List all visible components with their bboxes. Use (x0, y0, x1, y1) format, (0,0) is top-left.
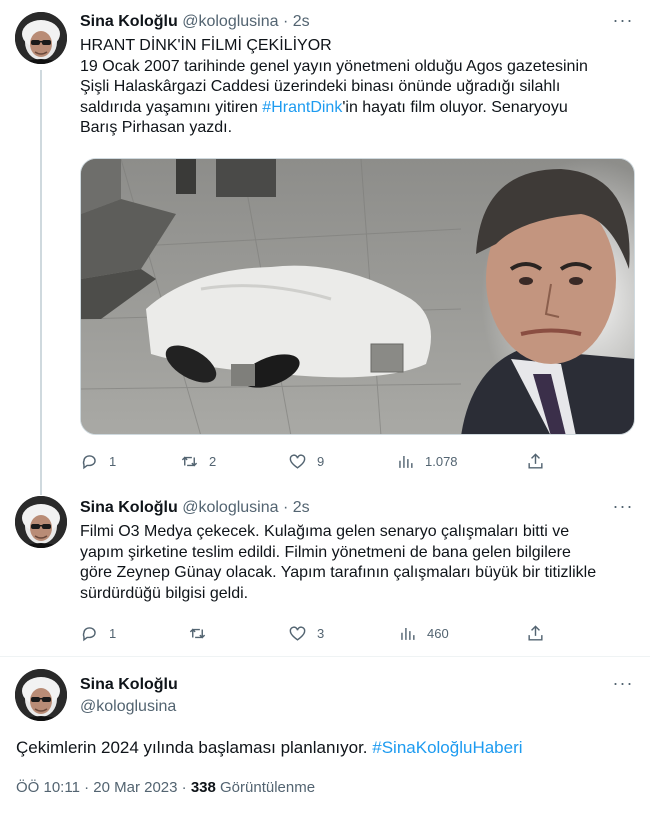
tweet-actions: 1 3 460 (80, 621, 550, 645)
views-count: 338 (190, 779, 216, 796)
tweet-headline: HRANT DİNK'İN FİLMİ ÇEKİLİYOR (80, 37, 332, 54)
retweet-button[interactable]: 2 (180, 449, 216, 473)
share-button[interactable] (526, 449, 545, 473)
more-options-icon[interactable]: ··· (612, 497, 634, 520)
like-button[interactable]: 3 (288, 621, 324, 645)
views-count: 1.078 (425, 453, 458, 469)
reply-icon (82, 454, 96, 469)
tweet-line: Filmi O3 Medya çekecek. Kulağıma gelen s… (80, 523, 570, 540)
tweet-text: Çekimlerin 2024 yılında başlaması planla… (16, 738, 523, 757)
tweet-media-image[interactable] (80, 158, 635, 435)
views-button[interactable]: 460 (398, 621, 449, 645)
avatar[interactable] (15, 12, 67, 64)
share-icon (528, 624, 543, 641)
tweet-header: Sina Koloğlu @kologlusina · 2s (80, 12, 310, 32)
avatar[interactable] (15, 496, 67, 548)
author-handle[interactable]: @kologlusina (80, 697, 176, 717)
tweet-1[interactable]: Sina Koloğlu @kologlusina · 2s ··· HRANT… (0, 0, 650, 495)
views-count: 460 (427, 625, 449, 641)
tweet-line: göre Zeynep Günay olacak. Yapım tarafını… (80, 564, 597, 581)
like-icon (289, 453, 306, 469)
hashtag-link[interactable]: #HrantDink (262, 99, 342, 116)
like-icon (289, 625, 306, 641)
views-icon (399, 455, 413, 468)
views-button[interactable]: 1.078 (396, 449, 458, 473)
more-options-icon[interactable]: ··· (612, 11, 634, 34)
thread-line (40, 70, 42, 495)
tweet-text: Filmi O3 Medya çekecek. Kulağıma gelen s… (80, 522, 625, 604)
tweet-line: 19 Ocak 2007 tarihinde genel yayın yönet… (80, 57, 588, 75)
tweet-header: Sina Koloğlu @kologlusina · 2s (80, 498, 310, 518)
reply-button[interactable]: 1 (80, 449, 116, 473)
author-name[interactable]: Sina Koloğlu (80, 675, 178, 695)
tweet-line: yapım şirketine teslim edildi. Filmin yö… (80, 543, 571, 561)
reply-button[interactable]: 1 (80, 621, 116, 645)
tweet-2[interactable]: Sina Koloğlu @kologlusina · 2s ··· Filmi… (0, 490, 650, 656)
share-icon (528, 452, 543, 469)
retweet-count: 2 (209, 453, 217, 469)
retweet-button[interactable] (188, 621, 217, 645)
views-label: Görüntülenme (215, 779, 316, 796)
tweet-line: Barış Pirhasan yazdı. (80, 119, 233, 136)
like-button[interactable]: 9 (288, 449, 324, 473)
tweet-time[interactable]: · 2s (283, 13, 310, 30)
share-button[interactable] (526, 621, 545, 645)
author-handle[interactable]: @kologlusina (182, 499, 278, 516)
tweet-time[interactable]: · 2s (283, 499, 310, 516)
like-count: 3 (317, 625, 325, 641)
author-handle[interactable]: @kologlusina (182, 13, 278, 30)
author-name[interactable]: Sina Koloğlu (80, 13, 178, 30)
retweet-icon (189, 628, 206, 638)
tweet-line: Şişli Halaskârgazi Caddesi üzerindeki bi… (80, 78, 561, 95)
reply-count: 1 (109, 625, 117, 641)
avatar[interactable] (15, 669, 67, 721)
like-count: 9 (317, 453, 325, 469)
author-name[interactable]: Sina Koloğlu (80, 499, 178, 516)
retweet-icon (181, 456, 198, 466)
tweet-line: saldırıda yaşamını yitiren #HrantDink'in… (80, 98, 568, 116)
tweet-line: sürdürdüğü bilgisi geldi. (80, 584, 249, 602)
tweet-meta: ÖÖ 10:11 · 20 Mar 2023 · 338 Görüntülenm… (16, 779, 315, 796)
tweet-timestamp[interactable]: ÖÖ 10:11 · 20 Mar 2023 · (16, 779, 191, 796)
tweet-text: HRANT DİNK'İN FİLMİ ÇEKİLİYOR 19 Ocak 20… (80, 36, 625, 139)
hashtag-link[interactable]: #SinaKoloğluHaberi (372, 738, 522, 757)
views-icon (401, 627, 415, 640)
more-options-icon[interactable]: ··· (612, 674, 634, 697)
reply-count: 1 (109, 453, 117, 469)
tweet-actions: 1 2 9 1.078 (80, 449, 550, 473)
reply-icon (82, 626, 96, 641)
